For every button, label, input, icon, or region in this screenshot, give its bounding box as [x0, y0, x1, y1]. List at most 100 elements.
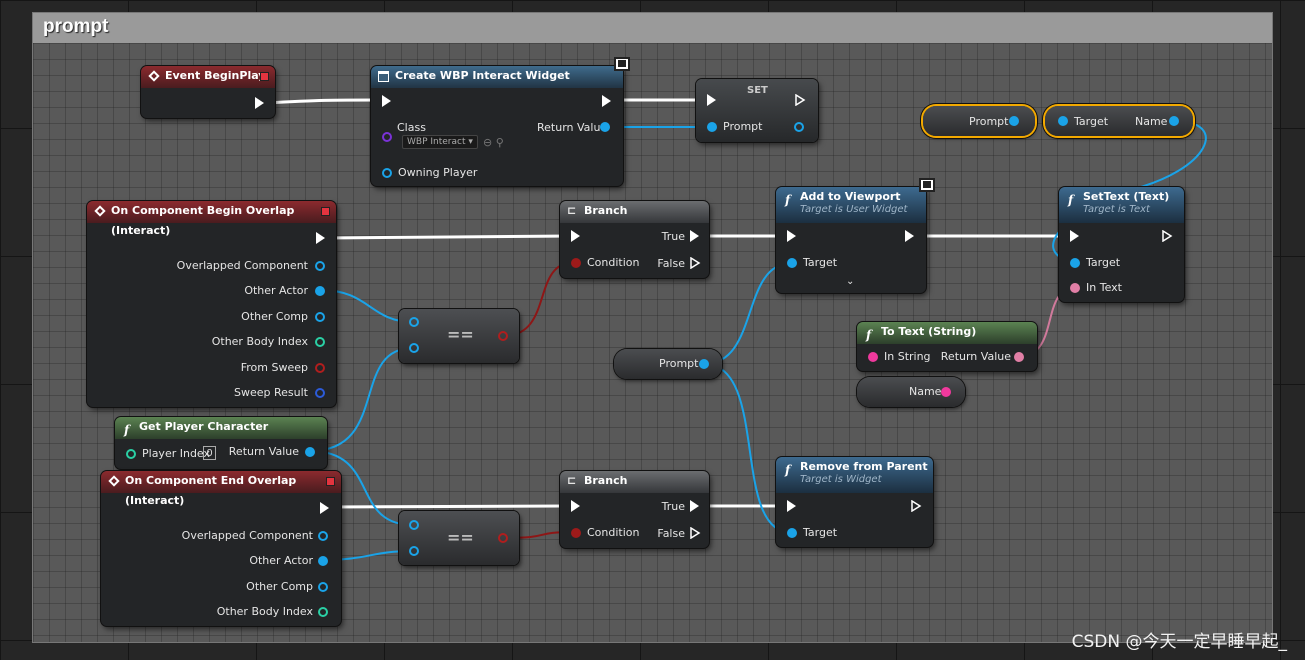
player-index-pin[interactable] — [126, 449, 136, 459]
monitor-icon — [614, 57, 630, 71]
other-comp-pin[interactable] — [315, 312, 325, 322]
node-header[interactable]: f Remove from Parent Target is Widget — [776, 457, 933, 493]
exec-in-pin[interactable] — [707, 94, 716, 106]
target-pin[interactable] — [787, 258, 797, 268]
target-pin[interactable] — [1058, 116, 1068, 126]
node-header[interactable]: Event BeginPlay — [141, 66, 275, 88]
other-body-index-pin[interactable] — [315, 337, 325, 347]
equals-node-1[interactable]: == — [399, 309, 519, 363]
node-header[interactable]: f Get Player Character — [115, 417, 327, 439]
exec-in-pin[interactable] — [787, 500, 796, 512]
pin-label-overlapped-component: Overlapped Component — [181, 529, 313, 542]
settext-node[interactable]: f SetText (Text) Target is Text Target I… — [1059, 187, 1184, 302]
name-out-pin[interactable] — [941, 387, 951, 397]
prompt-in-pin[interactable] — [707, 122, 717, 132]
exec-out-pin[interactable] — [320, 502, 329, 514]
node-header[interactable]: On Component Begin Overlap (Interact) — [87, 201, 336, 237]
node-header[interactable]: f SetText (Text) Target is Text — [1059, 187, 1184, 223]
prompt-out-pin[interactable] — [699, 359, 709, 369]
delegate-pin-icon[interactable] — [321, 207, 330, 216]
add-to-viewport-node[interactable]: f Add to Viewport Target is User Widget … — [776, 187, 926, 293]
branch-node-1[interactable]: ⊏ Branch True Condition False — [560, 201, 709, 278]
false-exec-pin[interactable] — [690, 527, 701, 539]
other-actor-pin[interactable] — [315, 286, 325, 296]
name-getter-node[interactable]: Target Name — [1045, 106, 1193, 136]
exec-out-pin[interactable] — [255, 97, 264, 109]
overlapped-component-pin[interactable] — [318, 531, 328, 541]
node-title: SetText (Text) — [1083, 190, 1170, 203]
pin-label-other-body-index: Other Body Index — [216, 605, 313, 618]
result-pin[interactable] — [498, 331, 508, 341]
delegate-pin-icon[interactable] — [260, 72, 269, 81]
exec-out-pin[interactable] — [602, 95, 611, 107]
sweep-result-pin[interactable] — [315, 388, 325, 398]
node-header[interactable]: On Component End Overlap (Interact) — [101, 471, 341, 507]
get-player-character-node[interactable]: f Get Player Character Player Index 0 Re… — [115, 417, 327, 469]
return-value-pin[interactable] — [305, 447, 315, 457]
target-pin[interactable] — [787, 528, 797, 538]
exec-in-pin[interactable] — [571, 500, 580, 512]
branch-node-2[interactable]: ⊏ Branch True Condition False — [560, 471, 709, 548]
equals-node-2[interactable]: == — [399, 511, 519, 565]
in-string-pin[interactable] — [868, 352, 878, 362]
exec-in-pin[interactable] — [382, 95, 391, 107]
node-title: Add to Viewport — [800, 190, 901, 203]
equals-label: == — [447, 528, 474, 547]
class-pin[interactable] — [382, 132, 392, 142]
prompt-out-pin[interactable] — [1009, 116, 1019, 126]
return-value-pin[interactable] — [1014, 352, 1024, 362]
node-header[interactable]: ⊏ Branch — [560, 201, 709, 223]
node-header[interactable]: ⊏ Branch — [560, 471, 709, 493]
delegate-pin-icon[interactable] — [326, 477, 335, 486]
true-exec-pin[interactable] — [690, 230, 699, 242]
exec-out-pin[interactable] — [1162, 230, 1173, 242]
condition-pin[interactable] — [571, 528, 581, 538]
begin-overlap-node[interactable]: On Component Begin Overlap (Interact) Ov… — [87, 201, 336, 407]
target-pin[interactable] — [1070, 258, 1080, 268]
end-overlap-node[interactable]: On Component End Overlap (Interact) Over… — [101, 471, 341, 626]
exec-out-pin[interactable] — [905, 230, 914, 242]
other-comp-pin[interactable] — [318, 582, 328, 592]
set-node[interactable]: SET Prompt — [696, 79, 818, 142]
exec-in-pin[interactable] — [571, 230, 580, 242]
expand-chevron-icon[interactable]: ⌄ — [846, 276, 854, 287]
prompt-variable-mid[interactable]: Prompt — [614, 349, 722, 379]
node-header[interactable]: f To Text (String) — [857, 322, 1037, 344]
from-sweep-pin[interactable] — [315, 363, 325, 373]
overlapped-component-pin[interactable] — [315, 261, 325, 271]
exec-out-pin[interactable] — [795, 94, 806, 106]
set-title: SET — [747, 85, 768, 96]
result-pin[interactable] — [498, 533, 508, 543]
return-value-pin[interactable] — [600, 122, 610, 132]
pin-label-other-actor: Other Actor — [249, 554, 313, 567]
name-out-pin[interactable] — [1169, 116, 1179, 126]
false-exec-pin[interactable] — [690, 257, 701, 269]
other-actor-pin[interactable] — [318, 556, 328, 566]
node-header[interactable]: Create WBP Interact Widget — [371, 66, 623, 88]
owning-player-pin[interactable] — [382, 168, 392, 178]
event-beginplay-node[interactable]: Event BeginPlay — [141, 66, 275, 118]
in-text-pin[interactable] — [1070, 283, 1080, 293]
exec-out-pin[interactable] — [316, 232, 325, 244]
other-body-index-pin[interactable] — [318, 607, 328, 617]
a-pin[interactable] — [409, 317, 419, 327]
exec-out-pin[interactable] — [911, 500, 922, 512]
class-dropdown[interactable]: WBP Interact ▾ — [402, 135, 478, 149]
player-index-input[interactable]: 0 — [203, 446, 216, 460]
b-pin[interactable] — [409, 546, 419, 556]
b-pin[interactable] — [409, 343, 419, 353]
remove-from-parent-node[interactable]: f Remove from Parent Target is Widget Ta… — [776, 457, 933, 547]
exec-in-pin[interactable] — [787, 230, 796, 242]
comment-header[interactable]: prompt — [33, 13, 1272, 44]
browse-icons[interactable]: ⊖ ⚲ — [483, 136, 504, 149]
prompt-variable-top[interactable]: Prompt — [923, 106, 1035, 136]
a-pin[interactable] — [409, 520, 419, 530]
name-variable[interactable]: Name — [857, 377, 965, 407]
true-exec-pin[interactable] — [690, 500, 699, 512]
condition-pin[interactable] — [571, 258, 581, 268]
exec-in-pin[interactable] — [1070, 230, 1079, 242]
prompt-out-pin[interactable] — [794, 122, 804, 132]
create-widget-node[interactable]: Create WBP Interact Widget Class WBP Int… — [371, 66, 623, 186]
to-text-node[interactable]: f To Text (String) In String Return Valu… — [857, 322, 1037, 371]
node-header[interactable]: f Add to Viewport Target is User Widget — [776, 187, 926, 223]
